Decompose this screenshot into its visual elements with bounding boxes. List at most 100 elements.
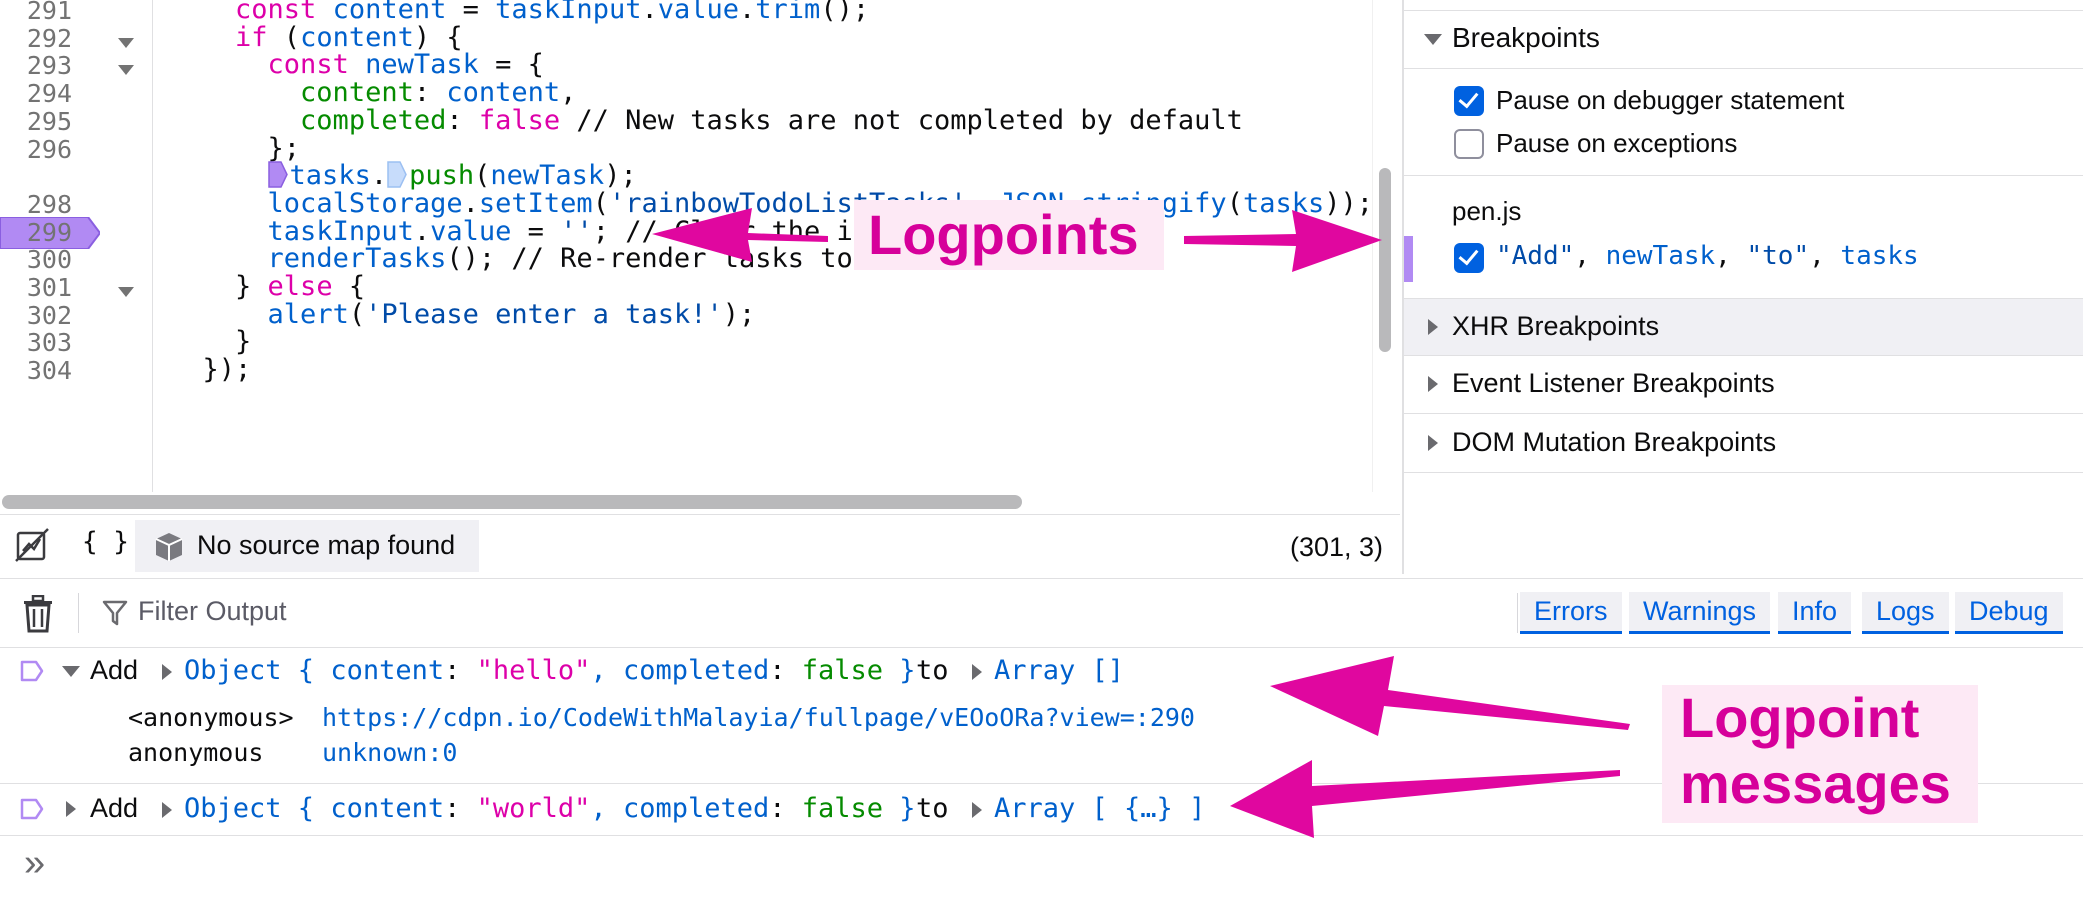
- code-line[interactable]: content: content,: [170, 77, 576, 108]
- editor-horizontal-scroll-thumb[interactable]: [2, 495, 1022, 509]
- code-token: content: [300, 77, 414, 109]
- line-number[interactable]: 302: [0, 301, 72, 330]
- code-token: Object {: [184, 793, 331, 824]
- code-line[interactable]: const newTask = {: [170, 49, 544, 80]
- code-token: "hello": [476, 655, 591, 686]
- code-token: .: [370, 160, 388, 192]
- expand-message-icon[interactable]: [66, 801, 76, 817]
- code-token: renderTasks: [267, 243, 447, 275]
- line-number[interactable]: 291: [0, 0, 72, 25]
- inline-logpoint-icon[interactable]: [387, 161, 407, 188]
- fold-toggle-icon[interactable]: [118, 37, 134, 48]
- stack-frame-function: anonymous: [128, 738, 264, 767]
- line-number[interactable]: 301: [0, 273, 72, 302]
- message-to: to: [916, 793, 949, 824]
- collapse-message-icon[interactable]: [62, 666, 80, 677]
- stack-frame-location[interactable]: https://cdpn.io/CodeWithMalayia/fullpage…: [322, 703, 1195, 732]
- code-token: );: [604, 160, 637, 192]
- breakpoint-file-name: pen.js: [1452, 196, 1522, 226]
- stack-frame-location[interactable]: unknown:0: [322, 738, 457, 767]
- expand-object-icon[interactable]: [162, 664, 172, 680]
- code-line[interactable]: localStorage.setItem('rainbowTodoListTas…: [170, 188, 1372, 219]
- fold-toggle-icon[interactable]: [118, 65, 134, 76]
- logpoint-checkbox[interactable]: [1454, 243, 1484, 273]
- pause-options: Pause on debugger statement Pause on exc…: [1404, 69, 2083, 179]
- code-token: });: [170, 354, 252, 386]
- line-number[interactable]: 296: [0, 135, 72, 164]
- package-icon: [155, 533, 183, 561]
- filter-errors-button[interactable]: Errors: [1520, 592, 1622, 634]
- code-token: 'Please enter a task!': [365, 298, 723, 330]
- code-line[interactable]: tasks. push(newTask);: [170, 160, 637, 191]
- message-object[interactable]: Object { content: "world", completed: fa…: [184, 793, 916, 824]
- code-line[interactable]: };: [170, 133, 301, 164]
- expand-object-icon[interactable]: [162, 802, 172, 818]
- message-array[interactable]: Array [ {…} ]: [994, 793, 1205, 824]
- disable-source-map-icon[interactable]: [14, 527, 50, 563]
- code-token: if: [235, 21, 268, 53]
- filter-divider: [1517, 593, 1518, 633]
- code-line[interactable]: completed: false // New tasks are not co…: [170, 105, 1243, 136]
- breakpoints-header[interactable]: Breakpoints: [1404, 12, 2083, 69]
- code-token: ();: [820, 0, 870, 25]
- line-number[interactable]: 300: [0, 245, 72, 274]
- fold-toggle-icon[interactable]: [118, 287, 134, 297]
- pretty-print-button[interactable]: { }: [82, 527, 129, 557]
- code-editor[interactable]: 291 292 293 294 295 296 297 298 299 300 301 302 303 3…: [0, 0, 1372, 492]
- code-token: }: [170, 271, 268, 302]
- filter-info-button[interactable]: Info: [1778, 592, 1852, 634]
- code-line[interactable]: } else {: [170, 271, 365, 302]
- trash-icon[interactable]: [22, 595, 54, 633]
- message-object[interactable]: Object { content: "hello", completed: fa…: [184, 655, 916, 686]
- code-token: =: [511, 215, 561, 247]
- message-label: Add: [90, 655, 139, 685]
- pause-debugger-checkbox[interactable]: [1454, 86, 1484, 116]
- logpoint-expression[interactable]: "Add", newTask, "to", tasks: [1496, 241, 1919, 271]
- line-number[interactable]: 303: [0, 328, 72, 357]
- line-number[interactable]: 304: [0, 356, 72, 385]
- filter-warnings-button[interactable]: Warnings: [1629, 592, 1771, 634]
- filter-output-input[interactable]: Filter Output: [138, 596, 287, 627]
- line-number[interactable]: 299: [0, 218, 72, 247]
- filter-debug-button[interactable]: Debug: [1955, 592, 2063, 634]
- code-token: (: [592, 187, 609, 219]
- code-token: completed: [622, 793, 770, 824]
- message-label: Add: [90, 793, 139, 823]
- line-number[interactable]: 294: [0, 79, 72, 108]
- line-number[interactable]: 297: [0, 162, 72, 191]
- console-prompt-icon[interactable]: »: [24, 842, 45, 885]
- expand-array-icon[interactable]: [972, 802, 982, 818]
- code-token: content: [446, 77, 561, 109]
- pause-debugger-label: Pause on debugger statement: [1496, 85, 1845, 115]
- pause-exceptions-checkbox[interactable]: [1454, 129, 1484, 159]
- chevron-down-icon: [1424, 34, 1442, 45]
- code-line[interactable]: alert('Please enter a task!');: [170, 298, 756, 330]
- code-token: value: [657, 0, 740, 25]
- inline-logpoint-icon[interactable]: [267, 161, 288, 188]
- event-listener-breakpoints-header[interactable]: Event Listener Breakpoints: [1404, 355, 2083, 414]
- code-line[interactable]: }: [170, 326, 251, 357]
- line-number[interactable]: 292: [0, 24, 72, 53]
- code-line[interactable]: });: [170, 354, 252, 386]
- line-number[interactable]: 298: [0, 190, 72, 219]
- message-array[interactable]: Array []: [994, 655, 1124, 686]
- expand-array-icon[interactable]: [972, 664, 982, 680]
- line-number[interactable]: 295: [0, 107, 72, 136]
- editor-vertical-scroll-thumb[interactable]: [1379, 168, 1391, 352]
- source-map-status[interactable]: No source map found: [135, 520, 479, 572]
- code-token: push: [409, 160, 475, 192]
- code-token: (: [1226, 187, 1243, 219]
- filter-logs-button[interactable]: Logs: [1862, 592, 1949, 634]
- line-number[interactable]: 293: [0, 51, 72, 80]
- chevron-right-icon: [1428, 435, 1438, 451]
- dom-mutation-breakpoints-title: DOM Mutation Breakpoints: [1452, 427, 1777, 457]
- line-gutter[interactable]: 291 292 293 294 295 296 297 298 299 300 301 302 303 3…: [0, 0, 153, 492]
- xhr-breakpoints-header[interactable]: XHR Breakpoints: [1404, 298, 2083, 356]
- dom-mutation-breakpoints-header[interactable]: DOM Mutation Breakpoints: [1404, 414, 2083, 473]
- code-line[interactable]: if (content) {: [170, 22, 463, 53]
- annotation-logpoint-messages: Logpoint messages: [1662, 685, 1978, 823]
- code-token: {: [332, 271, 366, 302]
